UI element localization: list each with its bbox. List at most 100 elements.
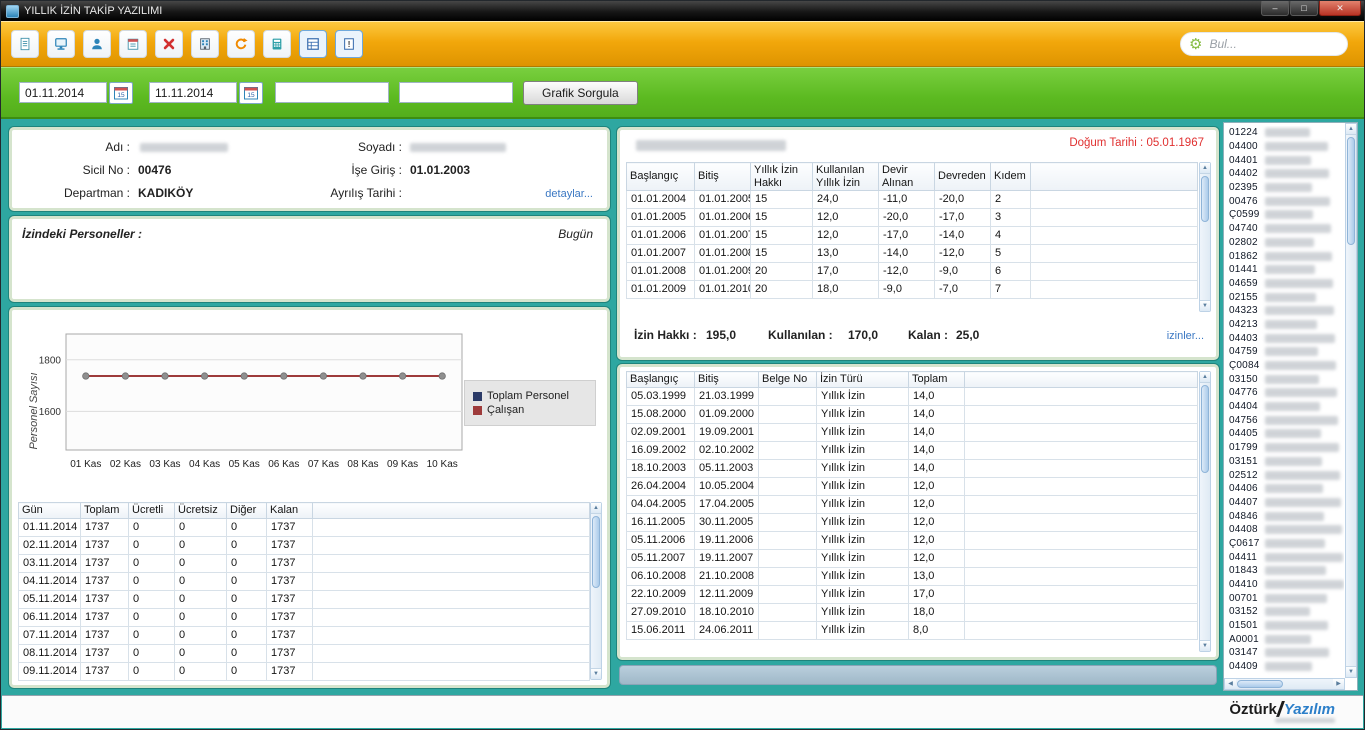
table-row[interactable]: 06.11.201417370001737 [19, 608, 590, 626]
personnel-item[interactable]: 04776 [1224, 386, 1344, 400]
personnel-item[interactable]: 02395 [1224, 181, 1344, 195]
personnel-item[interactable]: 04410 [1224, 578, 1344, 592]
personnel-item[interactable]: 03152 [1224, 605, 1344, 619]
personnel-item[interactable]: 04213 [1224, 318, 1344, 332]
personnel-item[interactable]: 01862 [1224, 249, 1344, 263]
column-header[interactable]: Gün [19, 503, 81, 519]
personnel-item[interactable]: 04401 [1224, 153, 1344, 167]
table-row[interactable]: 09.11.201417370001737 [19, 662, 590, 680]
filter-input-4[interactable] [399, 82, 513, 103]
calculator-button[interactable] [263, 30, 291, 58]
scroll-down-icon[interactable]: ▼ [1346, 666, 1356, 677]
scroll-down-icon[interactable]: ▼ [1200, 300, 1210, 311]
table-row[interactable]: 07.11.201417370001737 [19, 626, 590, 644]
column-header[interactable]: Toplam [909, 372, 965, 388]
date-from-calendar-button[interactable]: 15 [109, 82, 133, 104]
personnel-item[interactable]: 02802 [1224, 236, 1344, 250]
table-row[interactable]: 15.06.201124.06.2011Yıllık İzin8,0 [627, 621, 1198, 639]
column-header[interactable]: Toplam [81, 503, 129, 519]
table-row[interactable]: 04.04.200517.04.2005Yıllık İzin12,0 [627, 495, 1198, 513]
personnel-item[interactable]: 02155 [1224, 290, 1344, 304]
personnel-item[interactable]: 04323 [1224, 304, 1344, 318]
personnel-item[interactable]: A0001 [1224, 632, 1344, 646]
column-header[interactable]: Başlangıç [627, 372, 695, 388]
table-row[interactable]: 08.11.201417370001737 [19, 644, 590, 662]
column-header[interactable]: Diğer [227, 503, 267, 519]
personnel-item[interactable]: 01441 [1224, 263, 1344, 277]
personnel-item[interactable]: 03151 [1224, 455, 1344, 469]
minimize-button[interactable]: – [1261, 1, 1289, 16]
delete-button[interactable] [155, 30, 183, 58]
date-to-calendar-button[interactable]: 15 [239, 82, 263, 104]
column-header[interactable]: Ücretsiz [175, 503, 227, 519]
scroll-right-icon[interactable]: ▶ [1333, 679, 1344, 689]
computer-button[interactable] [47, 30, 75, 58]
personnel-item[interactable]: 04403 [1224, 331, 1344, 345]
column-header[interactable]: Başlangıç [627, 163, 695, 191]
column-header[interactable]: Devir Alınan [879, 163, 935, 191]
column-header[interactable]: Bitiş [695, 372, 759, 388]
column-header[interactable]: İzin Türü [817, 372, 909, 388]
personnel-item[interactable]: 04408 [1224, 523, 1344, 537]
personnel-item[interactable]: 03150 [1224, 372, 1344, 386]
scroll-thumb[interactable] [592, 516, 600, 588]
table-row[interactable]: 05.11.200719.11.2007Yıllık İzin12,0 [627, 549, 1198, 567]
search-input[interactable] [1207, 36, 1325, 52]
scroll-down-icon[interactable]: ▼ [591, 668, 601, 679]
company-button[interactable] [191, 30, 219, 58]
maximize-button[interactable]: □ [1290, 1, 1318, 16]
personnel-button[interactable] [83, 30, 111, 58]
scroll-up-icon[interactable]: ▲ [591, 503, 601, 514]
date-to-input[interactable] [149, 82, 237, 103]
personnel-item[interactable]: 04402 [1224, 167, 1344, 181]
personnel-item[interactable]: 04659 [1224, 277, 1344, 291]
column-header[interactable]: Ücretli [129, 503, 175, 519]
table-row[interactable]: 16.11.200530.11.2005Yıllık İzin12,0 [627, 513, 1198, 531]
column-header[interactable]: Bitiş [695, 163, 751, 191]
personnel-item[interactable]: 04405 [1224, 427, 1344, 441]
personnel-item[interactable]: 04407 [1224, 496, 1344, 510]
graph-query-button[interactable]: Grafik Sorgula [523, 81, 638, 105]
scroll-thumb[interactable] [1347, 137, 1355, 245]
history-table-scrollbar[interactable]: ▲ ▼ [1199, 371, 1211, 652]
table-row[interactable]: 05.03.199921.03.1999Yıllık İzin14,0 [627, 387, 1198, 405]
scroll-left-icon[interactable]: ◀ [1225, 679, 1236, 689]
column-header[interactable]: Yıllık İzin Hakkı [751, 163, 813, 191]
scroll-thumb[interactable] [1237, 680, 1283, 688]
details-link[interactable]: detaylar... [545, 188, 593, 200]
personnel-item[interactable]: 01843 [1224, 564, 1344, 578]
scroll-down-icon[interactable]: ▼ [1200, 640, 1210, 651]
horizontal-scrollbar[interactable] [619, 665, 1217, 685]
personnel-item[interactable]: 02512 [1224, 468, 1344, 482]
column-header[interactable]: Belge No [759, 372, 817, 388]
personnel-item[interactable]: 04740 [1224, 222, 1344, 236]
table-row[interactable]: 16.09.200202.10.2002Yıllık İzin14,0 [627, 441, 1198, 459]
personnel-item[interactable]: 04759 [1224, 345, 1344, 359]
table-row[interactable]: 01.01.200601.01.20071512,0-17,0-14,04 [627, 227, 1198, 245]
personnel-item[interactable]: 00701 [1224, 591, 1344, 605]
table-row[interactable]: 27.09.201018.10.2010Yıllık İzin18,0 [627, 603, 1198, 621]
table-row[interactable]: 06.10.200821.10.2008Yıllık İzin13,0 [627, 567, 1198, 585]
scroll-up-icon[interactable]: ▲ [1346, 124, 1356, 135]
izinler-link[interactable]: izinler... [1167, 330, 1204, 342]
close-button[interactable]: ✕ [1319, 1, 1361, 16]
personnel-item[interactable]: 01799 [1224, 441, 1344, 455]
table-row[interactable]: 01.01.200701.01.20081513,0-14,0-12,05 [627, 245, 1198, 263]
daily-table-scrollbar[interactable]: ▲ ▼ [590, 502, 602, 680]
personnel-item[interactable]: Ç0599 [1224, 208, 1344, 222]
column-header[interactable]: Kullanılan Yıllık İzin [813, 163, 879, 191]
scroll-thumb[interactable] [1201, 176, 1209, 222]
info-button[interactable]: ! [335, 30, 363, 58]
personnel-item[interactable]: 04406 [1224, 482, 1344, 496]
table-row[interactable]: 03.11.201417370001737 [19, 554, 590, 572]
table-row[interactable]: 01.01.200801.01.20092017,0-12,0-9,06 [627, 263, 1198, 281]
table-row[interactable]: 01.01.200901.01.20102018,0-9,0-7,07 [627, 281, 1198, 299]
personnel-item[interactable]: 04400 [1224, 140, 1344, 154]
table-row[interactable]: 22.10.200912.11.2009Yıllık İzin17,0 [627, 585, 1198, 603]
notebook-button[interactable] [119, 30, 147, 58]
rights-table-scrollbar[interactable]: ▲ ▼ [1199, 162, 1211, 312]
table-row[interactable]: 05.11.201417370001737 [19, 590, 590, 608]
table-row[interactable]: 18.10.200305.11.2003Yıllık İzin14,0 [627, 459, 1198, 477]
table-row[interactable]: 26.04.200410.05.2004Yıllık İzin12,0 [627, 477, 1198, 495]
refresh-button[interactable] [227, 30, 255, 58]
